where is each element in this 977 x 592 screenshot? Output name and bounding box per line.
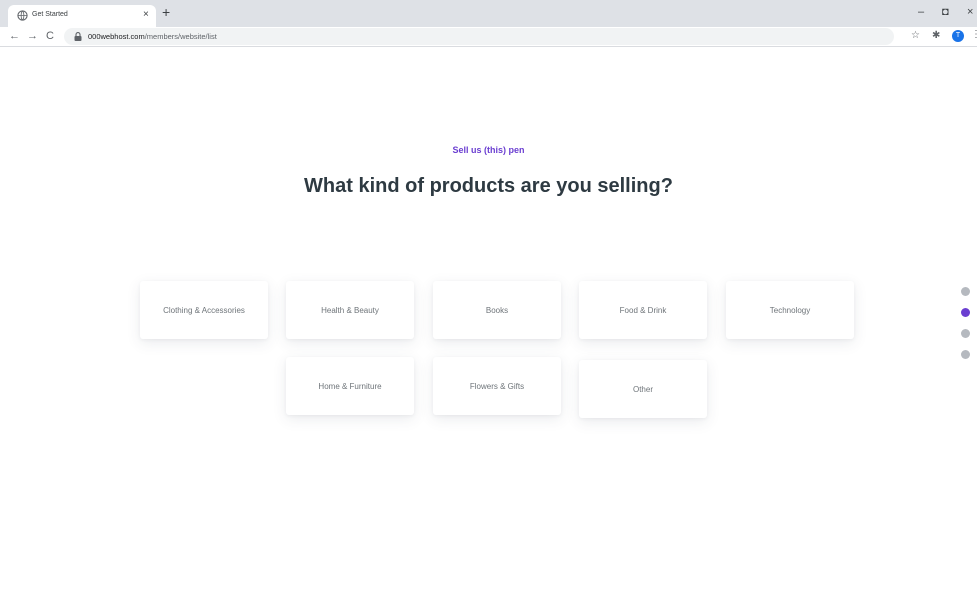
category-technology[interactable]: Technology — [726, 281, 854, 339]
url-path: /members/website/list — [144, 32, 217, 41]
menu-icon[interactable]: ⋮ — [971, 29, 977, 40]
step-dot-2[interactable] — [961, 308, 970, 317]
step-dot-1[interactable] — [961, 287, 970, 296]
category-home-furniture[interactable]: Home & Furniture — [286, 357, 414, 415]
category-health-beauty[interactable]: Health & Beauty — [286, 281, 414, 339]
profile-avatar[interactable]: T — [952, 30, 964, 42]
extensions-icon[interactable]: ✱ — [932, 30, 940, 42]
category-flowers-gifts[interactable]: Flowers & Gifts — [433, 357, 561, 415]
minimize-button[interactable]: – — [918, 5, 924, 19]
page-title: What kind of products are you selling? — [304, 175, 673, 197]
url-text: 000webhost.com/members/website/list — [88, 31, 217, 42]
new-tab-button[interactable]: + — [162, 4, 170, 20]
step-eyebrow: Sell us (this) pen — [452, 145, 525, 155]
back-button[interactable]: ← — [9, 29, 20, 43]
address-bar[interactable]: 000webhost.com/members/website/list — [64, 28, 894, 45]
tab-close-icon[interactable]: × — [143, 9, 149, 21]
category-food-drink[interactable]: Food & Drink — [579, 281, 707, 339]
browser-tab[interactable]: Get Started × — [8, 5, 156, 27]
window-close-button[interactable]: × — [967, 5, 973, 19]
step-dot-4[interactable] — [961, 350, 970, 359]
url-host: 000webhost.com — [88, 32, 145, 41]
browser-tab-strip: Get Started × + – ◘ × — [0, 0, 977, 27]
category-other[interactable]: Other — [579, 360, 707, 418]
globe-icon — [17, 10, 28, 21]
category-books[interactable]: Books — [433, 281, 561, 339]
reload-button[interactable]: C — [46, 29, 54, 43]
step-dot-3[interactable] — [961, 329, 970, 338]
lock-icon — [74, 32, 82, 41]
bookmark-star-icon[interactable]: ☆ — [911, 30, 920, 42]
category-clothing-accessories[interactable]: Clothing & Accessories — [140, 281, 268, 339]
browser-toolbar: ← → C 000webhost.com/members/website/lis… — [0, 27, 977, 47]
restore-button[interactable]: ◘ — [942, 5, 949, 19]
tab-title: Get Started — [32, 11, 68, 18]
forward-button[interactable]: → — [27, 29, 38, 43]
